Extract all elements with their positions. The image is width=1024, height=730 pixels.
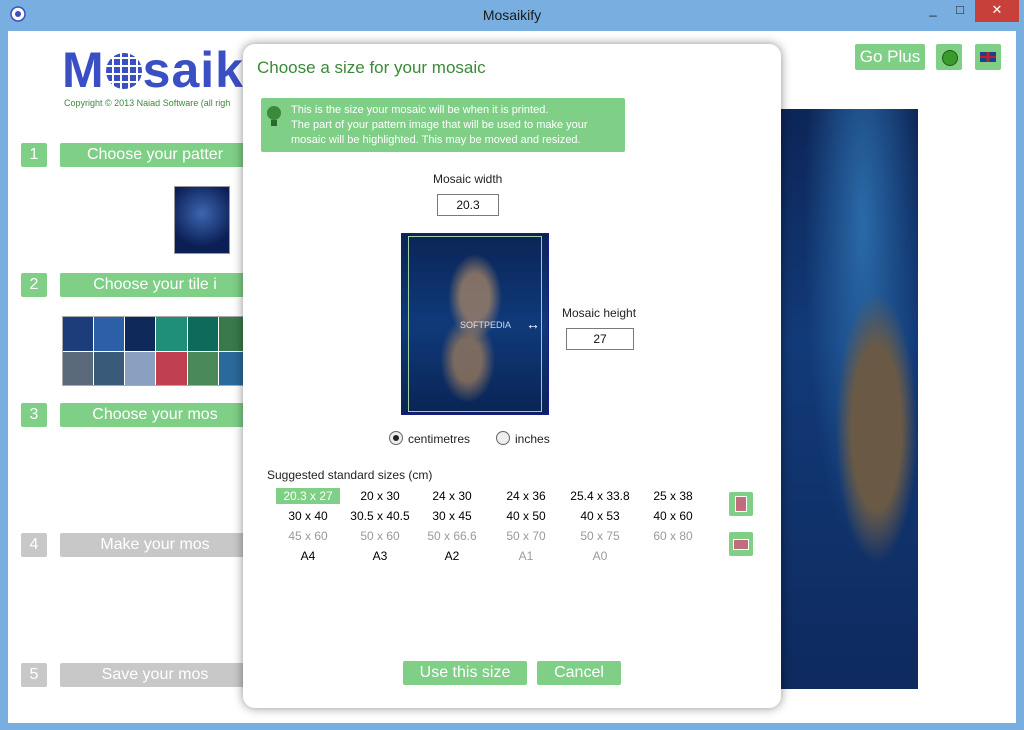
portrait-icon	[735, 496, 747, 512]
mosaic-preview-image	[780, 109, 918, 689]
maximize-button[interactable]: □	[947, 0, 973, 22]
resize-arrow-icon[interactable]: ↔	[526, 316, 540, 332]
title-bar: Mosaikify _ □ ✕	[0, 0, 1024, 30]
close-button[interactable]: ✕	[975, 0, 1019, 22]
landscape-icon	[733, 539, 749, 550]
pattern-thumbnail[interactable]	[174, 186, 230, 254]
choose-pattern-button[interactable]: Choose your patter	[60, 143, 250, 167]
width-label: Mosaic width	[433, 172, 503, 186]
size-option[interactable]: A4	[276, 548, 340, 564]
size-option[interactable]: 20 x 30	[348, 488, 412, 504]
size-option[interactable]: 50 x 75	[568, 528, 632, 544]
size-option[interactable]: 25 x 38	[641, 488, 705, 504]
centimetres-radio[interactable]	[389, 431, 403, 445]
web-button[interactable]	[936, 44, 962, 70]
step-5-number: 5	[21, 663, 47, 687]
save-mosaic-button[interactable]: Save your mos	[60, 663, 250, 687]
size-option[interactable]: A3	[348, 548, 412, 564]
size-option[interactable]: 40 x 60	[641, 508, 705, 524]
size-option[interactable]: 45 x 60	[276, 528, 340, 544]
landscape-orientation-button[interactable]	[729, 532, 753, 556]
size-option[interactable]: 30.5 x 40.5	[348, 508, 412, 524]
tile-images-strip[interactable]	[62, 316, 250, 386]
inches-label[interactable]: inches	[515, 432, 550, 446]
size-option[interactable]: 40 x 53	[568, 508, 632, 524]
logo-text-end: saik	[142, 42, 244, 98]
minimize-button[interactable]: _	[918, 0, 948, 22]
size-option[interactable]: A2	[420, 548, 484, 564]
size-option[interactable]: 40 x 50	[494, 508, 558, 524]
pattern-crop-preview[interactable]: SOFTPEDIA ↔	[401, 233, 549, 415]
size-option[interactable]: 20.3 x 27	[276, 488, 340, 504]
size-option[interactable]: A1	[494, 548, 558, 564]
size-option[interactable]: A0	[568, 548, 632, 564]
size-option[interactable]: 50 x 60	[348, 528, 412, 544]
window-title: Mosaikify	[482, 7, 542, 23]
centimetres-label[interactable]: centimetres	[408, 432, 470, 446]
hint-line-2: The part of your pattern image that will…	[291, 119, 588, 131]
size-option[interactable]: 50 x 70	[494, 528, 558, 544]
language-button[interactable]	[975, 44, 1001, 70]
size-option[interactable]: 50 x 66.6	[420, 528, 484, 544]
cancel-button[interactable]: Cancel	[537, 661, 621, 685]
dialog-title: Choose a size for your mosaic	[257, 58, 486, 77]
uk-flag-icon	[980, 52, 996, 62]
hint-line-3: mosaic will be highlighted. This may be …	[291, 134, 581, 146]
mosaic-size-dialog: Choose a size for your mosaic This is th…	[243, 44, 781, 708]
preview-watermark: SOFTPEDIA	[460, 320, 512, 330]
size-option[interactable]: 60 x 80	[641, 528, 705, 544]
size-option[interactable]: 30 x 40	[276, 508, 340, 524]
go-plus-button[interactable]: Go Plus	[855, 44, 925, 70]
step-4-number: 4	[21, 533, 47, 557]
make-mosaic-button[interactable]: Make your mos	[60, 533, 250, 557]
choose-tiles-button[interactable]: Choose your tile i	[60, 273, 250, 297]
width-input[interactable]: 20.3	[437, 194, 499, 216]
size-option[interactable]: 30 x 45	[420, 508, 484, 524]
hint-line-1: This is the size your mosaic will be whe…	[291, 104, 549, 116]
mosaikify-logo: Msaik	[62, 41, 244, 99]
height-input[interactable]: 27	[566, 328, 634, 350]
step-2-number: 2	[21, 273, 47, 297]
globe-icon	[942, 50, 958, 66]
portrait-orientation-button[interactable]	[729, 492, 753, 516]
sizes-label: Suggested standard sizes (cm)	[267, 468, 433, 482]
step-3-number: 3	[21, 403, 47, 427]
choose-mosaic-button[interactable]: Choose your mos	[60, 403, 250, 427]
hint-box: This is the size your mosaic will be whe…	[261, 98, 625, 152]
size-option[interactable]: 24 x 30	[420, 488, 484, 504]
step-1-number: 1	[21, 143, 47, 167]
size-option[interactable]: 24 x 36	[494, 488, 558, 504]
height-label: Mosaic height	[562, 306, 637, 320]
app-window: Mosaikify _ □ ✕ Msaik Copyright © 2013 N…	[0, 0, 1024, 730]
size-option[interactable]: 25.4 x 33.8	[568, 488, 632, 504]
inches-radio[interactable]	[496, 431, 510, 445]
copyright-text: Copyright © 2013 Naiad Software (all rig…	[64, 98, 231, 108]
lightbulb-icon	[267, 106, 281, 126]
logo-mosaic-o-icon	[105, 53, 142, 89]
use-this-size-button[interactable]: Use this size	[403, 661, 527, 685]
logo-text-start: M	[62, 42, 105, 98]
